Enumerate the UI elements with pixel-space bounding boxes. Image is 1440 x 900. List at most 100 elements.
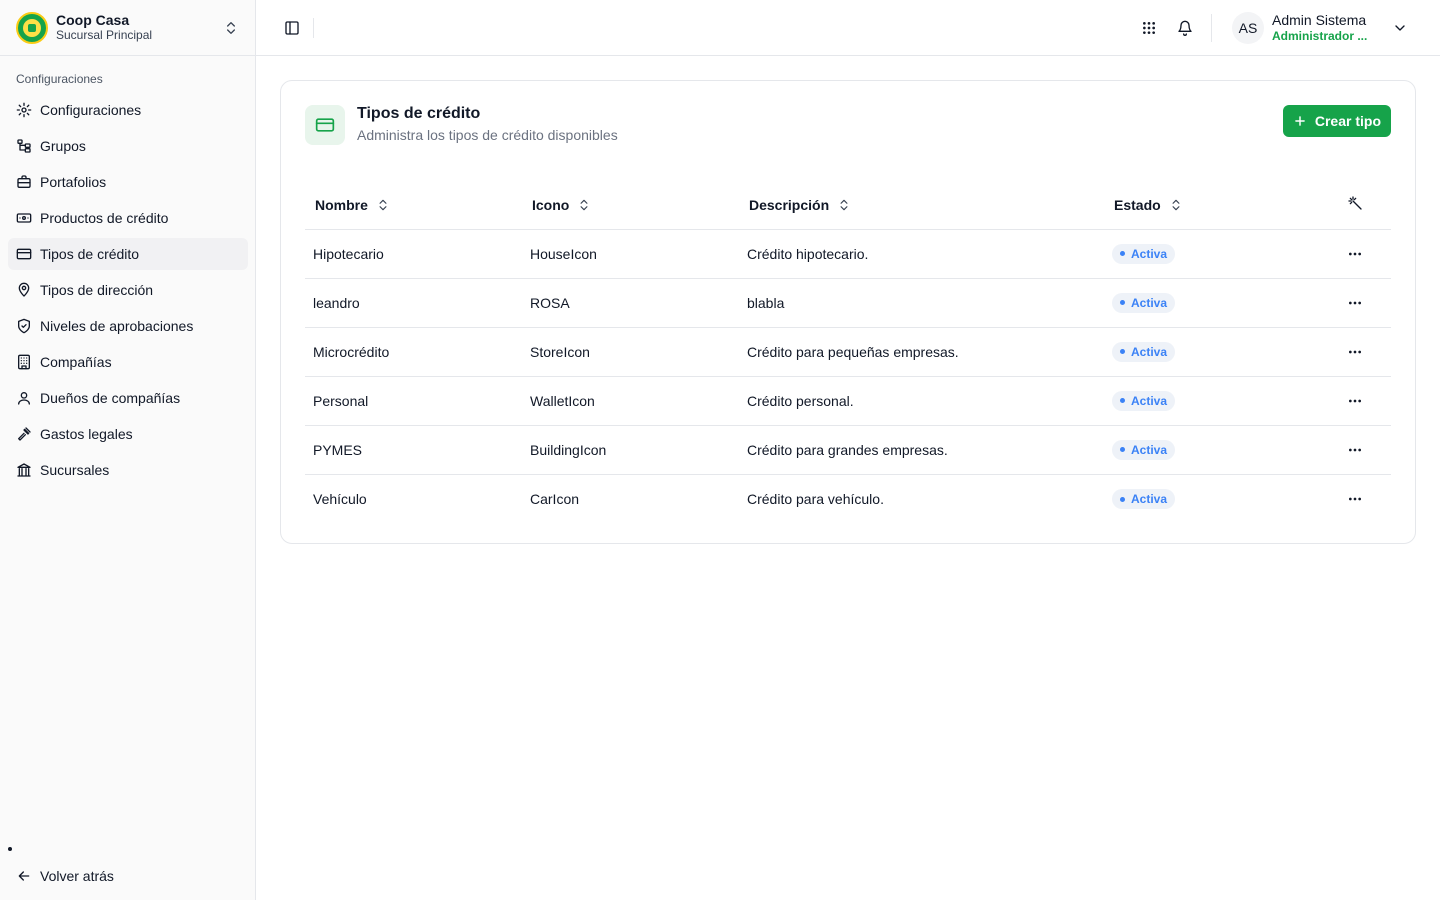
building-icon [18,354,30,370]
row-actions-button[interactable] [1318,278,1391,328]
table-row[interactable]: Personal WalletIcon Crédito personal. Ac… [305,376,1391,426]
org-logo [16,11,48,44]
sidebar-item-label: Tipos de dirección [40,282,154,298]
sidebar-item-label: Gastos legales [40,426,133,442]
column-header-descripcion[interactable]: Descripción [739,181,1104,230]
org-name: Coop Casa [56,12,130,28]
sidebar-item-companias[interactable]: Compañías [8,346,248,378]
plus-icon [1295,116,1305,126]
sidebar-item-sucursales[interactable]: Sucursales [8,454,248,486]
cell-descripcion: Crédito para vehículo. [747,490,884,507]
sidebar-item-tipos-de-credito[interactable]: Tipos de crédito [8,238,248,270]
row-actions-button[interactable] [1318,474,1391,523]
sidebar-item-label: Niveles de aprobaciones [40,318,194,334]
cell-icono: ROSA [522,278,739,328]
cell-estado: Activa [1104,425,1318,475]
shield-check-icon [18,318,30,334]
more-horizontal-icon [1348,497,1361,501]
status-label: Activa [1131,492,1168,506]
gavel-icon [18,427,31,441]
card-icon [305,105,345,145]
credit-types-card: Tipos de crédito Administra los tipos de… [280,80,1416,544]
cell-icono: StoreIcon [522,327,739,377]
sidebar-dot [8,847,12,851]
table-row[interactable]: Vehículo CarIcon Crédito para vehículo. … [305,474,1391,523]
sidebar-item-label: Configuraciones [40,102,142,118]
sidebar-item-duenos-de-companias[interactable]: Dueños de compañías [8,382,248,414]
header-divider [1211,14,1212,42]
table-row[interactable]: leandro ROSA blabla Activa [305,278,1391,328]
sidebar-item-portafolios[interactable]: Portafolios [8,166,248,198]
gear-icon [16,102,32,118]
notifications-button[interactable] [1173,16,1197,40]
row-actions-button[interactable] [1318,229,1391,279]
cell-nombre: Vehículo [313,490,367,507]
back-button[interactable]: Volver atrás [8,860,248,892]
cell-estado: Activa [1104,229,1318,279]
table-row[interactable]: PYMES BuildingIcon Crédito para grandes … [305,425,1391,475]
more-horizontal-icon [1348,301,1361,304]
cell-descripcion: Crédito para pequeñas empresas. [739,327,1104,377]
cell-icono: BuildingIcon [522,425,739,475]
sidebar-section-label: Configuraciones [16,72,103,86]
column-label: Nombre [315,196,368,213]
row-actions-button[interactable] [1318,425,1391,475]
column-label: Estado [1114,196,1161,213]
status-label: Activa [1131,393,1168,408]
cell-descripcion: Crédito personal. [739,376,1104,426]
row-actions-button[interactable] [1318,327,1391,377]
user-name: Admin Sistema [1272,12,1367,28]
back-label: Volver atrás [40,868,114,884]
top-header: AS Admin Sistema Administrador ... [256,0,1440,56]
table-header-row: Nombre Icono Descripción Estado [305,181,1391,230]
more-horizontal-icon [1348,252,1361,255]
sidebar-item-tipos-de-direccion[interactable]: Tipos de dirección [8,274,248,306]
cell-descripcion: Crédito para grandes empresas. [739,425,1104,475]
sort-icon [379,199,387,210]
column-settings-button[interactable] [1318,181,1391,230]
avatar: AS [1232,12,1264,44]
user-menu[interactable]: AS Admin Sistema Administrador ... [1232,8,1408,48]
sidebar-toggle-button[interactable] [280,16,304,40]
sidebar-item-gastos-legales[interactable]: Gastos legales [8,418,248,450]
sidebar: Coop Casa Sucursal Principal Configuraci… [0,0,256,900]
create-type-button[interactable]: Crear tipo [1282,105,1391,137]
row-actions-button[interactable] [1318,376,1391,426]
sidebar-nav: Configuraciones Grupos Portafolios Produ… [8,94,248,490]
more-horizontal-icon [1348,448,1361,451]
cell-nombre: PYMES [305,425,522,475]
cell-nombre: leandro [305,278,522,328]
sidebar-item-label: Sucursales [40,462,110,478]
table-row[interactable]: Hipotecario HouseIcon Crédito hipotecari… [305,229,1391,279]
sidebar-item-configuraciones[interactable]: Configuraciones [8,94,248,126]
column-header-estado[interactable]: Estado [1104,181,1318,230]
page-title: Tipos de crédito [357,105,481,122]
map-pin-icon [18,282,30,297]
bank-icon [17,463,31,477]
cell-descripcion: blabla [739,278,1104,328]
group-tree-icon [17,139,31,153]
column-header-icono[interactable]: Icono [522,181,739,230]
sidebar-item-niveles-de-aprobaciones[interactable]: Niveles de aprobaciones [8,310,248,342]
table-row[interactable]: Microcrédito StoreIcon Crédito para pequ… [305,327,1391,377]
org-switcher[interactable]: Coop Casa Sucursal Principal [0,0,255,56]
status-label: Activa [1131,295,1168,310]
header-divider [313,18,314,38]
cell-icono: CarIcon [530,490,580,507]
create-type-label: Crear tipo [1314,113,1381,129]
user-icon [18,392,30,405]
column-header-nombre[interactable]: Nombre [305,181,522,230]
sidebar-item-productos-de-credito[interactable]: Productos de crédito [8,202,248,234]
panel-left-icon [285,21,299,35]
credit-card-icon [315,118,335,132]
wand-sparkle-icon [1347,196,1362,210]
chevrons-up-down-icon [227,21,235,34]
user-role: Administrador ... [1272,29,1368,43]
cell-nombre: Hipotecario [305,229,522,279]
sidebar-item-grupos[interactable]: Grupos [8,130,248,162]
apps-grid-button[interactable] [1137,16,1161,40]
cell-icono: HouseIcon [522,229,739,279]
sort-icon [580,199,588,210]
status-label: Activa [1131,246,1168,261]
credit-types-table: Nombre Icono Descripción Estado Hipoteca… [305,181,1391,523]
